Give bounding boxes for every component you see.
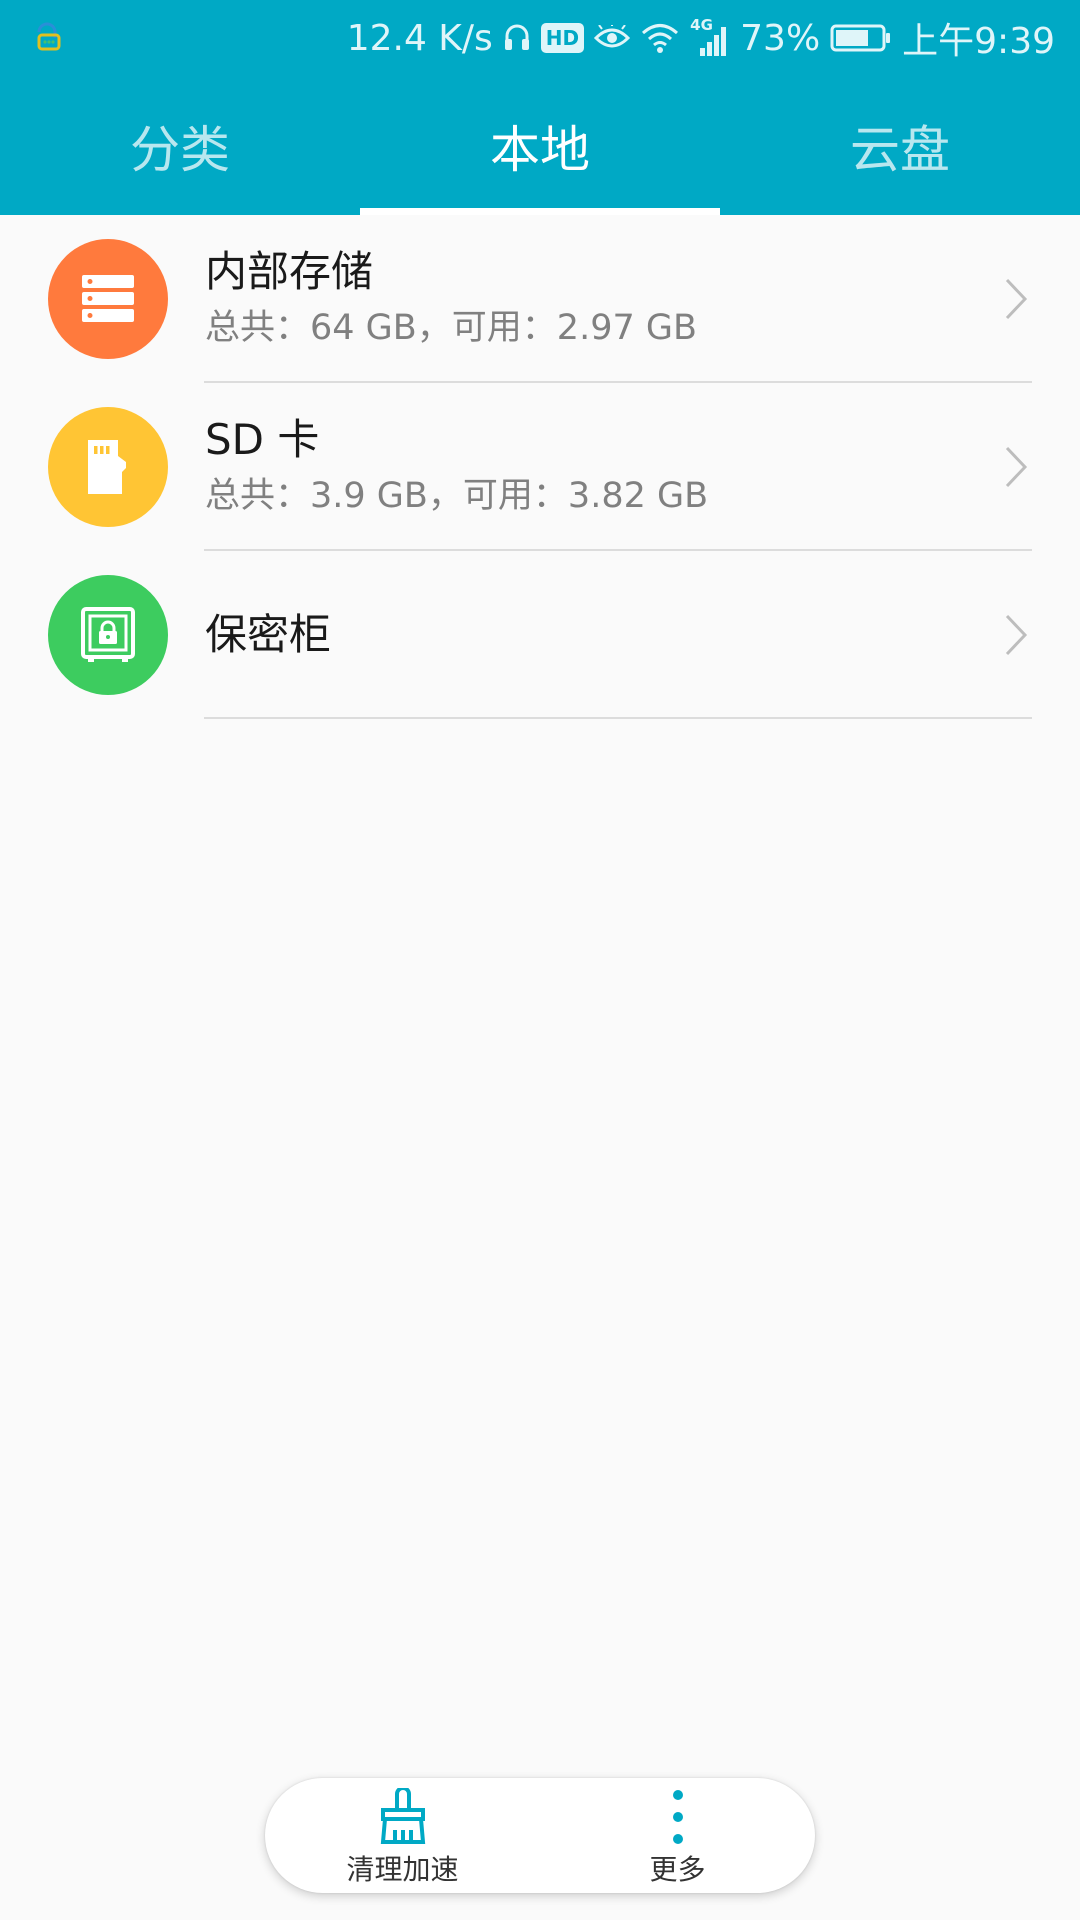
more-label: 更多 bbox=[649, 1853, 706, 1886]
tab-label: 云盘 bbox=[850, 120, 950, 179]
safe-icon-circle bbox=[48, 575, 168, 695]
more-vertical-icon bbox=[672, 1790, 683, 1844]
bottom-action-bar: 清理加速 更多 bbox=[265, 1778, 815, 1893]
status-indicators: 12.4 K/s HD 4G 73% 上午9:39 bbox=[347, 14, 1055, 62]
list-item-internal-storage[interactable]: 内部存储 总共：64 GB，可用：2.97 GB bbox=[0, 215, 1080, 383]
storage-capacity: 总共：64 GB，可用：2.97 GB bbox=[205, 308, 697, 348]
tab-bar: 分类 本地 云盘 bbox=[0, 76, 1080, 215]
eye-icon bbox=[594, 25, 631, 48]
headphones-icon bbox=[504, 24, 529, 50]
server-icon bbox=[82, 275, 134, 322]
clean-accelerate-label: 清理加速 bbox=[346, 1853, 459, 1886]
tab-cloud[interactable]: 云盘 bbox=[720, 76, 1080, 215]
tab-active-indicator bbox=[360, 208, 720, 215]
network-type-label: 4G bbox=[690, 16, 713, 34]
tab-local[interactable]: 本地 bbox=[360, 76, 720, 215]
chevron-right-icon bbox=[1005, 278, 1028, 320]
chevron-right-icon bbox=[1005, 446, 1028, 488]
chevron-right-icon bbox=[1005, 614, 1028, 656]
status-bar: 12.4 K/s HD 4G 73% 上午9:39 bbox=[0, 0, 1080, 76]
storage-title: 内部存储 bbox=[205, 247, 374, 296]
storage-list: 内部存储 总共：64 GB，可用：2.97 GB SD 卡 总共：3.9 GB，… bbox=[0, 215, 1080, 719]
storage-title: SD 卡 bbox=[205, 415, 320, 464]
internal-storage-icon-circle bbox=[48, 239, 168, 359]
storage-capacity: 总共：3.9 GB，可用：3.82 GB bbox=[205, 476, 709, 516]
signal-icon: 4G bbox=[690, 16, 730, 58]
clock-time: 上午9:39 bbox=[902, 21, 1055, 62]
sd-card-icon-circle bbox=[48, 407, 168, 527]
sd-card-icon bbox=[88, 440, 126, 494]
more-button[interactable]: 更多 bbox=[540, 1778, 815, 1893]
battery-percent: 73% bbox=[740, 17, 821, 59]
hd-icon: HD bbox=[540, 23, 585, 53]
safe-lock-icon bbox=[81, 607, 135, 662]
battery-icon bbox=[830, 24, 891, 52]
tab-label: 本地 bbox=[490, 120, 590, 179]
list-item-sd-card[interactable]: SD 卡 总共：3.9 GB，可用：3.82 GB bbox=[0, 383, 1080, 551]
list-item-safe[interactable]: 保密柜 bbox=[0, 551, 1080, 719]
tab-label: 分类 bbox=[130, 120, 230, 179]
storage-title: 保密柜 bbox=[205, 610, 332, 659]
tab-category[interactable]: 分类 bbox=[0, 76, 360, 215]
notification-chat-icon bbox=[37, 22, 61, 51]
app-header: 12.4 K/s HD 4G 73% 上午9:39 分类 本地 云盘 bbox=[0, 0, 1080, 215]
network-speed: 12.4 K/s bbox=[346, 17, 493, 59]
clean-accelerate-button[interactable]: 清理加速 bbox=[265, 1778, 540, 1893]
divider bbox=[204, 717, 1032, 719]
broom-icon bbox=[380, 1788, 425, 1844]
wifi-icon bbox=[642, 24, 679, 53]
